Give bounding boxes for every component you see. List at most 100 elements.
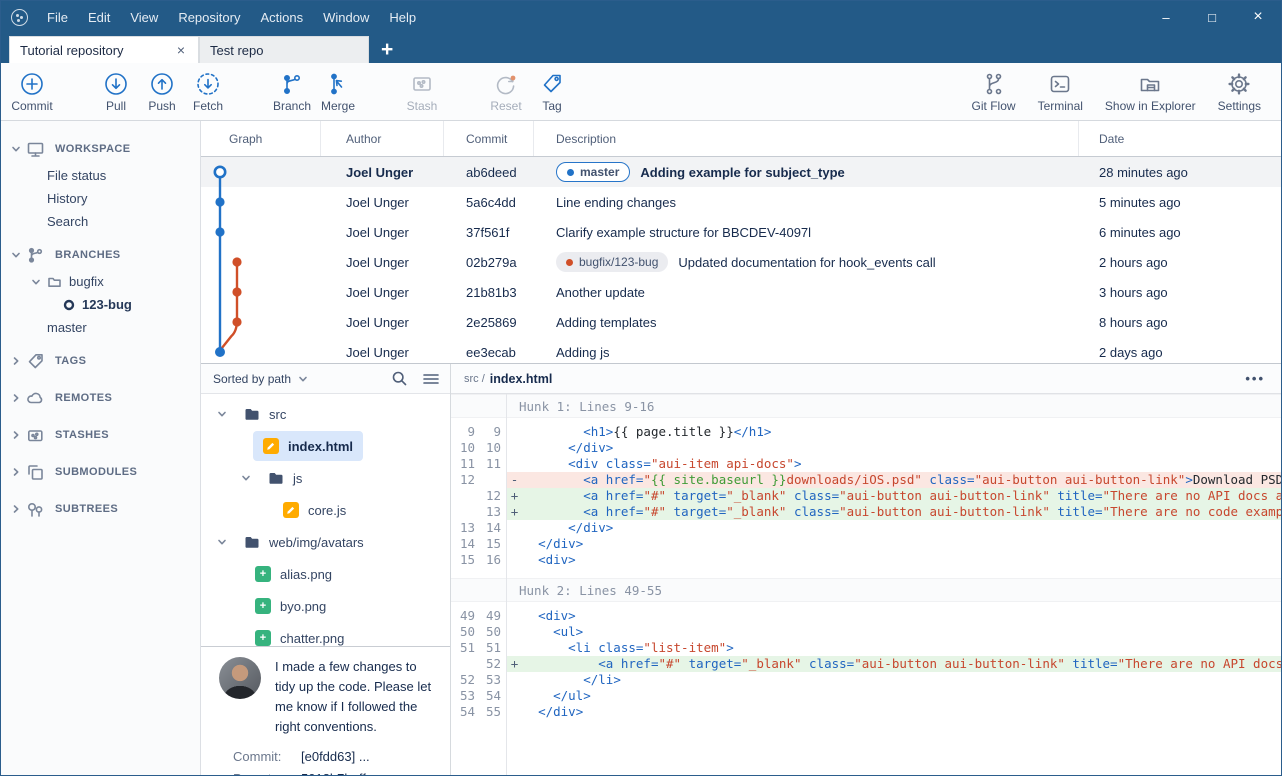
tab-test-repo[interactable]: Test repo [199,36,369,63]
sidebar-section-tags[interactable]: TAGS [1,346,200,376]
pull-button[interactable]: Pull [93,70,139,113]
menu-item-file[interactable]: File [37,10,78,25]
tree-item-index-html[interactable]: index.html [201,430,450,462]
close-tab-icon[interactable]: × [174,42,188,58]
column-header-graph[interactable]: Graph [201,121,321,156]
menu-item-window[interactable]: Window [313,10,379,25]
commit-row[interactable]: Joel Unger5a6c4ddLine ending changes5 mi… [201,187,1281,217]
column-header-commit[interactable]: Commit [444,121,534,156]
new-tab-button[interactable]: + [381,39,393,60]
diff-body: Hunk 1: Lines 9-1699 <h1>{{ page.title }… [451,394,1281,776]
sort-dropdown[interactable]: Sorted by path [213,372,308,386]
fetch-button[interactable]: Fetch [185,70,231,113]
minimize-button[interactable]: – [1143,1,1189,33]
tree-item-core-js[interactable]: core.js [201,494,450,526]
tag-button[interactable]: Tag [529,70,575,113]
chevron-right-icon[interactable] [9,356,23,366]
toolbar-label: Settings [1218,99,1261,113]
branch-badge-master[interactable]: master [556,162,630,182]
settings-button[interactable]: Settings [1212,70,1267,113]
old-line-number: 50 [451,624,480,640]
diff-line-body: <div class="aui-item api-docs"> [506,456,1281,472]
tree-item-byo-png[interactable]: +byo.png [201,590,450,622]
branch-dot-icon [567,169,574,176]
sidebar-section-submodules[interactable]: SUBMODULES [1,457,200,487]
sidebar-item-history[interactable]: History [1,187,200,210]
sidebar-section-branches[interactable]: BRANCHES [1,240,200,270]
search-icon[interactable] [391,370,408,387]
sidebar-section-stashes[interactable]: STASHES [1,420,200,450]
chevron-down-icon[interactable] [29,277,43,287]
chevron-down-icon[interactable] [9,250,23,260]
branch-badge[interactable]: bugfix/123-bug [556,252,668,272]
sidebar-section-label: TAGS [55,355,86,367]
sidebar-item-123-bug[interactable]: 123-bug [1,293,200,316]
new-line-number: 14 [480,520,506,536]
push-button[interactable]: Push [139,70,185,113]
commit-row[interactable]: Joel Ungerab6deedmasterAdding example fo… [201,157,1281,187]
sort-label: Sorted by path [213,372,291,386]
sidebar-section-remotes[interactable]: REMOTES [1,383,200,413]
chevron-down-icon[interactable] [241,473,251,483]
tree-item-src[interactable]: src [201,398,450,430]
menu-item-help[interactable]: Help [379,10,426,25]
sidebar-item-bugfix[interactable]: bugfix [1,270,200,293]
tree-item-web-img-avatars[interactable]: web/img/avatars [201,526,450,558]
show-in-explorer-button[interactable]: Show in Explorer [1099,70,1202,113]
diff-marker: + [506,504,523,520]
chevron-right-icon[interactable] [9,430,23,440]
commit-row[interactable]: Joel Unger37f561fClarify example structu… [201,217,1281,247]
diff-marker [506,424,523,440]
sidebar-section-subtrees[interactable]: SUBTREES [1,494,200,524]
current-branch-icon [63,299,75,311]
branch-button[interactable]: Branch [269,70,315,113]
tree-item-js[interactable]: js [201,462,450,494]
new-line-number: 54 [480,688,506,704]
added-file-icon: + [255,598,271,614]
commit-author: Joel Unger [321,315,444,330]
chevron-right-icon[interactable] [9,504,23,514]
git-flow-button[interactable]: Git Flow [966,70,1022,113]
sidebar-item-master[interactable]: master [1,316,200,339]
close-button[interactable]: × [1235,1,1281,33]
commit-row[interactable]: Joel Unger02b279abugfix/123-bugUpdated d… [201,247,1281,277]
parent-hash[interactable]: 5018b7baff [301,771,366,776]
commit-row[interactable]: Joel Unger2e25869Adding templates8 hours… [201,307,1281,337]
sidebar-item-file-status[interactable]: File status [1,164,200,187]
menu-item-view[interactable]: View [120,10,168,25]
old-line-number: 14 [451,536,480,552]
column-header-author[interactable]: Author [321,121,444,156]
chevron-right-icon[interactable] [9,393,23,403]
menu-item-actions[interactable]: Actions [250,10,313,25]
column-header-description[interactable]: Description [534,121,1079,156]
maximize-button[interactable]: □ [1189,1,1235,33]
sidebar: WORKSPACEFile status History Search BRANCHE… [1,121,201,776]
commit-row[interactable]: Joel Ungeree3ecabAdding js2 days ago [201,337,1281,363]
column-header-date[interactable]: Date [1079,121,1281,156]
chevron-down-icon[interactable] [217,409,227,419]
more-options-button[interactable]: ••• [1245,371,1265,386]
sidebar-item-label: History [47,191,87,206]
tree-item-alias-png[interactable]: +alias.png [201,558,450,590]
commit-description: Line ending changes [534,195,1079,210]
chevron-down-icon[interactable] [9,144,23,154]
commit-button[interactable]: Commit [9,70,55,113]
commit-row[interactable]: Joel Unger21b81b3Another update3 hours a… [201,277,1281,307]
folder-icon [47,274,62,289]
tree-item-chatter-png[interactable]: +chatter.png [201,622,450,646]
branch-dot-icon [566,259,573,266]
terminal-button[interactable]: Terminal [1032,70,1089,113]
merge-button[interactable]: Merge [315,70,361,113]
hamburger-menu-icon[interactable] [422,371,440,387]
modified-file-icon [263,438,279,454]
tab-tutorial-repository[interactable]: Tutorial repository× [9,36,199,63]
sidebar-section-workspace[interactable]: WORKSPACE [1,134,200,164]
chevron-down-icon[interactable] [217,537,227,547]
menu-item-edit[interactable]: Edit [78,10,120,25]
tree-item-inner: +alias.png [245,559,342,589]
commit-hash: 21b81b3 [444,285,534,300]
chevron-right-icon[interactable] [9,467,23,477]
sidebar-item-search[interactable]: Search [1,210,200,233]
terminal-icon [1047,70,1073,98]
menu-item-repository[interactable]: Repository [168,10,250,25]
